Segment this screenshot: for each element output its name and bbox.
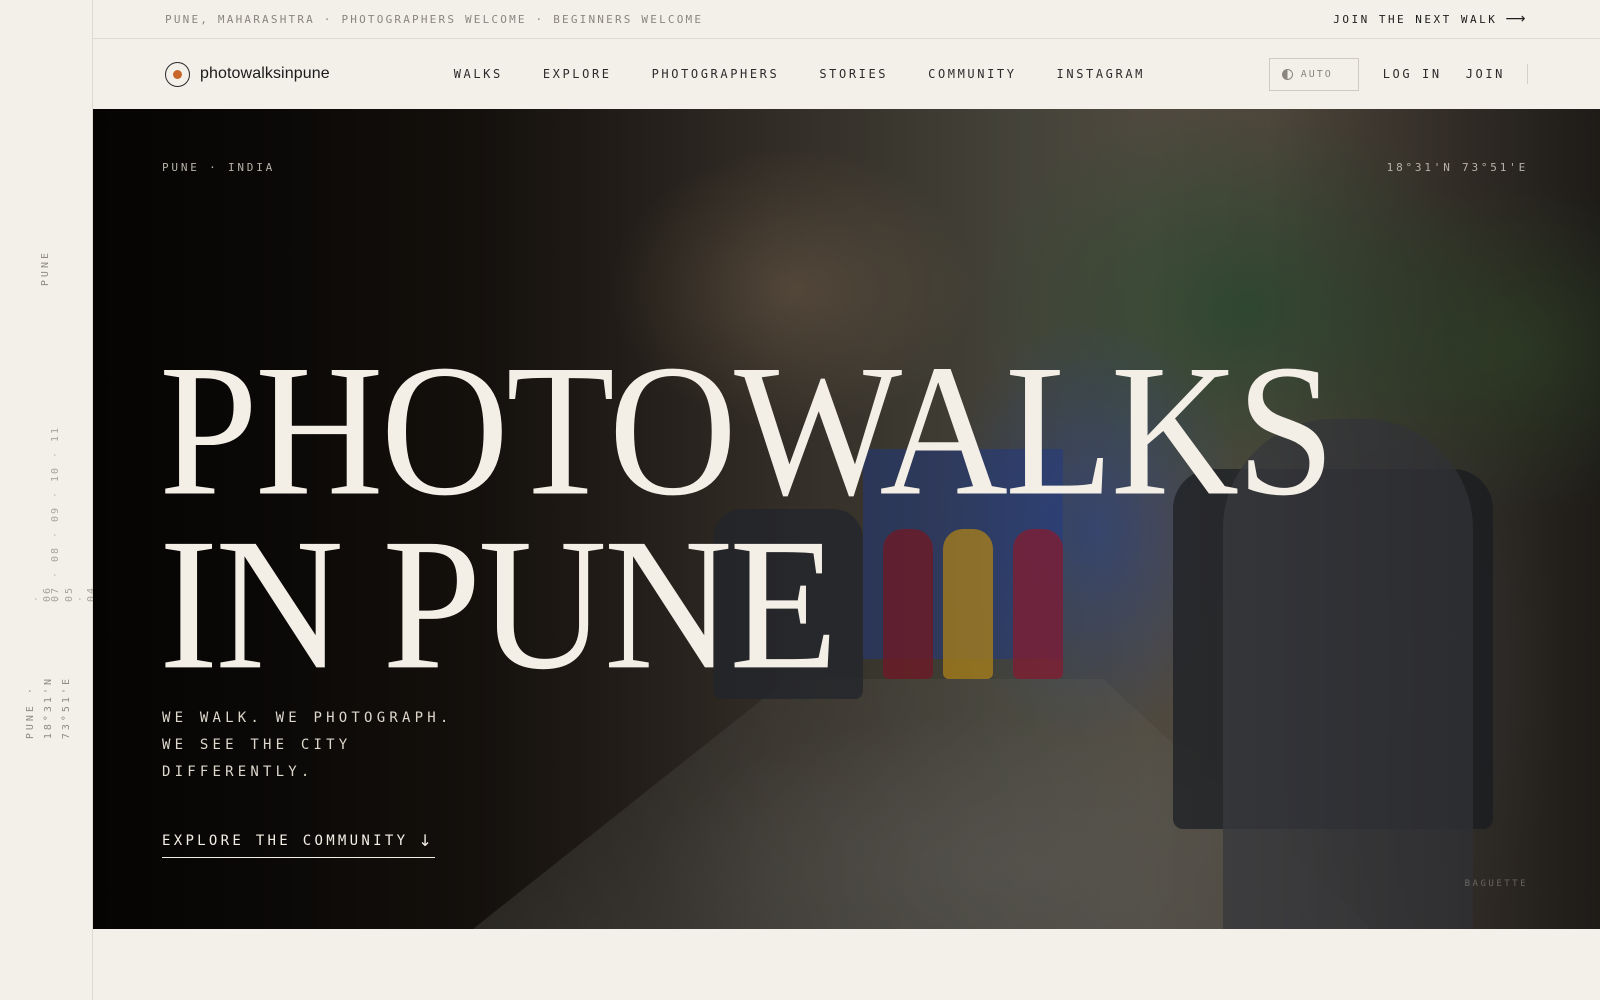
explore-community-label: EXPLORE THE COMMUNITY: [162, 832, 409, 849]
index-separator: ·: [31, 593, 42, 602]
tagline-line: WE SEE THE CITY: [162, 737, 352, 753]
nav-divider: [1527, 64, 1528, 84]
section-index-number[interactable]: 05: [64, 330, 75, 606]
rail-coords-line: PUNE ·: [25, 685, 36, 740]
nav-item-explore[interactable]: EXPLORE: [543, 67, 612, 81]
theme-toggle-button[interactable]: AUTO: [1268, 57, 1359, 91]
rail-coords-line: 18°31'N: [43, 676, 54, 740]
main-navigation: photowalksinpune WALKS EXPLORE PHOTOGRAP…: [93, 39, 1600, 109]
brand-name: photowalksinpune: [200, 65, 330, 82]
index-separator: ·: [75, 593, 86, 602]
section-index-number[interactable]: 11: [50, 422, 61, 446]
index-separator: ·: [50, 489, 61, 498]
section-index-number[interactable]: 10: [50, 462, 61, 486]
rail-city-label: PUNE: [40, 250, 51, 287]
section-index-number[interactable]: 07: [50, 582, 61, 606]
index-separator: ·: [50, 449, 61, 458]
login-link[interactable]: LOG IN: [1383, 67, 1442, 81]
join-next-walk-label: JOIN THE NEXT WALK: [1333, 12, 1498, 26]
section-index-number[interactable]: 08: [50, 542, 61, 566]
join-link[interactable]: JOIN: [1466, 67, 1505, 81]
hero-tagline: WE WALK. WE PHOTOGRAPH. WE SEE THE CITY …: [162, 705, 452, 786]
arrow-right-icon: ⟶: [1505, 11, 1528, 27]
brand-logo-link[interactable]: photowalksinpune: [165, 61, 330, 87]
hero-location: PUNE · INDIA: [162, 161, 276, 174]
section-index-number[interactable]: 09: [50, 502, 61, 526]
announcement-bar: PUNE, MAHARASHTRA · PHOTOGRAPHERS WELCOM…: [93, 0, 1600, 39]
rail-coordinates: PUNE · 18°31'N 73°51'E: [22, 676, 76, 739]
explore-community-link[interactable]: EXPLORE THE COMMUNITY ↓: [162, 831, 436, 858]
side-rail: PUNE 01·02·03·04·05·06· 07·08·09·10·11 P…: [0, 0, 163, 1000]
hero-section: PUNE · INDIA 18°31'N 73°51'E PHOTOWALKS …: [93, 109, 1600, 929]
section-index-secondary: 07 · 08 · 09 · 10 · 11: [50, 380, 61, 606]
nav-item-instagram[interactable]: INSTAGRAM: [1057, 67, 1145, 81]
rail-coords-line: 73°51'E: [61, 676, 72, 740]
theme-toggle-label: AUTO: [1300, 68, 1333, 80]
hero-title: PHOTOWALKS IN PUNE: [159, 324, 1335, 709]
nav-actions: AUTO LOG IN JOIN: [1268, 57, 1528, 91]
nav-item-community[interactable]: COMMUNITY: [928, 67, 1016, 81]
hero-title-line: IN PUNE: [159, 498, 838, 709]
tagline-line: DIFFERENTLY.: [162, 764, 314, 780]
arrow-down-icon: ↓: [418, 831, 436, 850]
lens-logo-icon: [165, 61, 190, 87]
join-next-walk-link[interactable]: JOIN THE NEXT WALK ⟶: [1333, 11, 1528, 27]
contrast-icon: [1281, 68, 1293, 80]
hero-coordinates: 18°31'N 73°51'E: [1386, 161, 1528, 174]
nav-item-photographers[interactable]: PHOTOGRAPHERS: [652, 67, 780, 81]
nav-item-stories[interactable]: STORIES: [819, 67, 888, 81]
announcement-text: PUNE, MAHARASHTRA · PHOTOGRAPHERS WELCOM…: [165, 12, 704, 26]
nav-menu: WALKS EXPLORE PHOTOGRAPHERS STORIES COMM…: [454, 67, 1145, 81]
nav-item-walks[interactable]: WALKS: [454, 67, 503, 81]
photo-credit: BAGUETTE: [1464, 879, 1528, 889]
index-separator: ·: [50, 529, 61, 538]
index-separator: ·: [50, 569, 61, 578]
tagline-line: WE WALK. WE PHOTOGRAPH.: [162, 710, 453, 726]
hero-title-line: PHOTOWALKS: [159, 324, 1335, 535]
